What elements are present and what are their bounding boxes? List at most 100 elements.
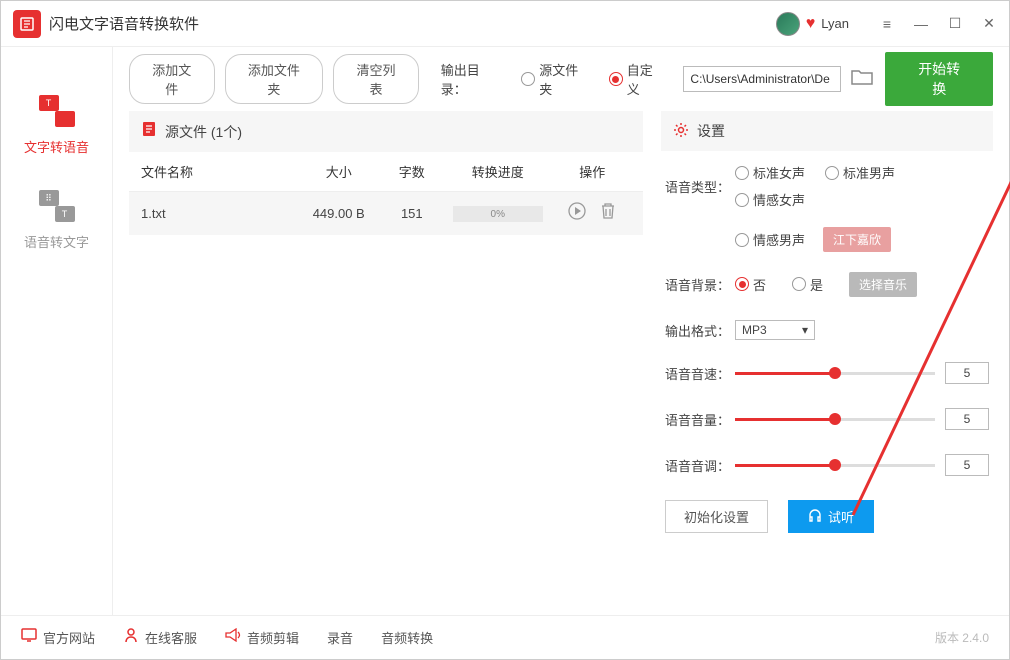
document-icon [141, 121, 157, 142]
sidebar: T 文字转语音 ⠿ T 语音转文字 [1, 47, 113, 615]
headphone-icon [808, 508, 822, 525]
minimize-icon[interactable]: — [913, 16, 929, 32]
col-count: 字数 [382, 162, 442, 181]
voice-extra-row: 情感男声 江下嘉欣 [665, 227, 989, 252]
settings-body: 语音类型： 标准女声 标准男声 情感女声 情感男声 江下嘉欣 [661, 151, 993, 545]
sidebar-item-label: 语音转文字 [24, 232, 89, 251]
table-header: 文件名称 大小 字数 转换进度 操作 [129, 152, 643, 192]
version-text: 版本 2.4.0 [935, 629, 989, 646]
start-convert-button[interactable]: 开始转换 [885, 52, 993, 106]
settings-buttons: 初始化设置 试听 [665, 500, 989, 533]
speed-row: 语音音速： 5 [665, 362, 989, 384]
voice-options: 标准女声 标准男声 情感女声 [735, 163, 989, 209]
voice-option[interactable]: 标准女声 [735, 163, 805, 182]
voice-type-row: 语音类型： 标准女声 标准男声 情感女声 [665, 163, 989, 209]
cell-progress: 0% [442, 205, 554, 223]
footer-audio-edit[interactable]: 音频剪辑 [225, 628, 299, 647]
bg-no-radio[interactable]: 否 [735, 275, 766, 294]
play-icon[interactable] [568, 202, 586, 225]
app-logo-icon [13, 10, 41, 38]
file-table: 文件名称 大小 字数 转换进度 操作 1.txt 449.00 B 151 0% [129, 152, 643, 235]
body: T 文字转语音 ⠿ T 语音转文字 添加文件 添加文件夹 清空列表 输出目录： [1, 47, 1009, 615]
init-settings-button[interactable]: 初始化设置 [665, 500, 768, 533]
text-to-speech-icon: T [39, 95, 75, 127]
source-header-text: 源文件 (1个) [165, 122, 242, 142]
select-music-button[interactable]: 选择音乐 [849, 272, 917, 297]
volume-row: 语音音量： 5 [665, 408, 989, 430]
volume-label: 语音音量： [665, 410, 735, 429]
footer: 官方网站 在线客服 音频剪辑 录音 音频转换 版本 2.4.0 [1, 615, 1009, 659]
pitch-slider[interactable] [735, 464, 935, 467]
clear-list-button[interactable]: 清空列表 [333, 54, 419, 104]
sidebar-item-speech-to-text[interactable]: ⠿ T 语音转文字 [1, 172, 112, 267]
footer-customer-service[interactable]: 在线客服 [123, 627, 197, 648]
voice-option[interactable]: 情感男声 [735, 230, 805, 249]
volume-slider[interactable] [735, 418, 935, 421]
cell-size: 449.00 B [296, 206, 382, 221]
window-controls: ≡ — ☐ ✕ [879, 16, 997, 32]
voice-option[interactable]: 标准男声 [825, 163, 895, 182]
bg-label: 语音背景： [665, 275, 735, 294]
titlebar: 闪电文字语音转换软件 ♥ Lyan ≡ — ☐ ✕ [1, 1, 1009, 47]
menu-icon[interactable]: ≡ [879, 16, 895, 32]
settings-header-text: 设置 [697, 121, 725, 141]
cell-count: 151 [382, 206, 442, 221]
bg-yes-radio[interactable]: 是 [792, 275, 823, 294]
footer-record[interactable]: 录音 [327, 628, 353, 647]
username: Lyan [821, 16, 849, 31]
table-row[interactable]: 1.txt 449.00 B 151 0% [129, 192, 643, 235]
radio-custom[interactable]: 自定义 [609, 60, 666, 98]
output-dir-label: 输出目录： [441, 60, 506, 98]
speech-to-text-icon: ⠿ T [39, 190, 75, 222]
col-progress: 转换进度 [442, 162, 554, 181]
voice-name-button[interactable]: 江下嘉欣 [823, 227, 891, 252]
maximize-icon[interactable]: ☐ [947, 16, 963, 32]
pitch-row: 语音音调： 5 [665, 454, 989, 476]
pitch-value[interactable]: 5 [945, 454, 989, 476]
support-icon [123, 627, 139, 648]
voice-type-label: 语音类型： [665, 177, 735, 196]
user-area[interactable]: ♥ Lyan [776, 12, 849, 36]
radio-source-folder[interactable]: 源文件夹 [521, 60, 591, 98]
delete-icon[interactable] [600, 202, 616, 225]
listen-button[interactable]: 试听 [788, 500, 874, 533]
vip-icon: ♥ [806, 15, 816, 33]
toolbar: 添加文件 添加文件夹 清空列表 输出目录： 源文件夹 自定义 开始转换 [113, 47, 1009, 111]
close-icon[interactable]: ✕ [981, 16, 997, 32]
output-path-input[interactable] [683, 66, 841, 92]
bg-row: 语音背景： 否 是 选择音乐 [665, 270, 989, 298]
format-row: 输出格式： MP3 ▾ [665, 316, 989, 344]
browse-folder-icon[interactable] [851, 68, 873, 91]
add-file-button[interactable]: 添加文件 [129, 54, 215, 104]
sidebar-item-text-to-speech[interactable]: T 文字转语音 [1, 77, 112, 172]
chevron-down-icon: ▾ [802, 323, 808, 337]
gear-icon [673, 122, 689, 141]
format-dropdown[interactable]: MP3 ▾ [735, 320, 815, 340]
monitor-icon [21, 628, 37, 647]
speed-value[interactable]: 5 [945, 362, 989, 384]
source-panel: 源文件 (1个) 文件名称 大小 字数 转换进度 操作 1.txt 449.00 [129, 111, 643, 615]
app-title: 闪电文字语音转换软件 [49, 13, 776, 34]
main: 添加文件 添加文件夹 清空列表 输出目录： 源文件夹 自定义 开始转换 [113, 47, 1009, 615]
footer-official-site[interactable]: 官方网站 [21, 628, 95, 647]
format-label: 输出格式： [665, 321, 735, 340]
col-size: 大小 [296, 162, 382, 181]
col-ops: 操作 [554, 162, 631, 181]
megaphone-icon [225, 628, 241, 647]
pitch-label: 语音音调： [665, 456, 735, 475]
source-header: 源文件 (1个) [129, 111, 643, 152]
col-name: 文件名称 [141, 162, 296, 181]
speed-label: 语音音速： [665, 364, 735, 383]
app-window: 闪电文字语音转换软件 ♥ Lyan ≡ — ☐ ✕ T 文字转语音 [0, 0, 1010, 660]
cell-ops [554, 202, 631, 225]
add-folder-button[interactable]: 添加文件夹 [225, 54, 324, 104]
speed-slider[interactable] [735, 372, 935, 375]
settings-panel: 设置 语音类型： 标准女声 标准男声 情感女声 情感男声 [661, 111, 993, 615]
avatar[interactable] [776, 12, 800, 36]
radio-icon [609, 72, 623, 86]
footer-audio-convert[interactable]: 音频转换 [381, 628, 433, 647]
volume-value[interactable]: 5 [945, 408, 989, 430]
content: 源文件 (1个) 文件名称 大小 字数 转换进度 操作 1.txt 449.00 [113, 111, 1009, 615]
voice-option[interactable]: 情感女声 [735, 190, 805, 209]
sidebar-item-label: 文字转语音 [24, 137, 89, 156]
